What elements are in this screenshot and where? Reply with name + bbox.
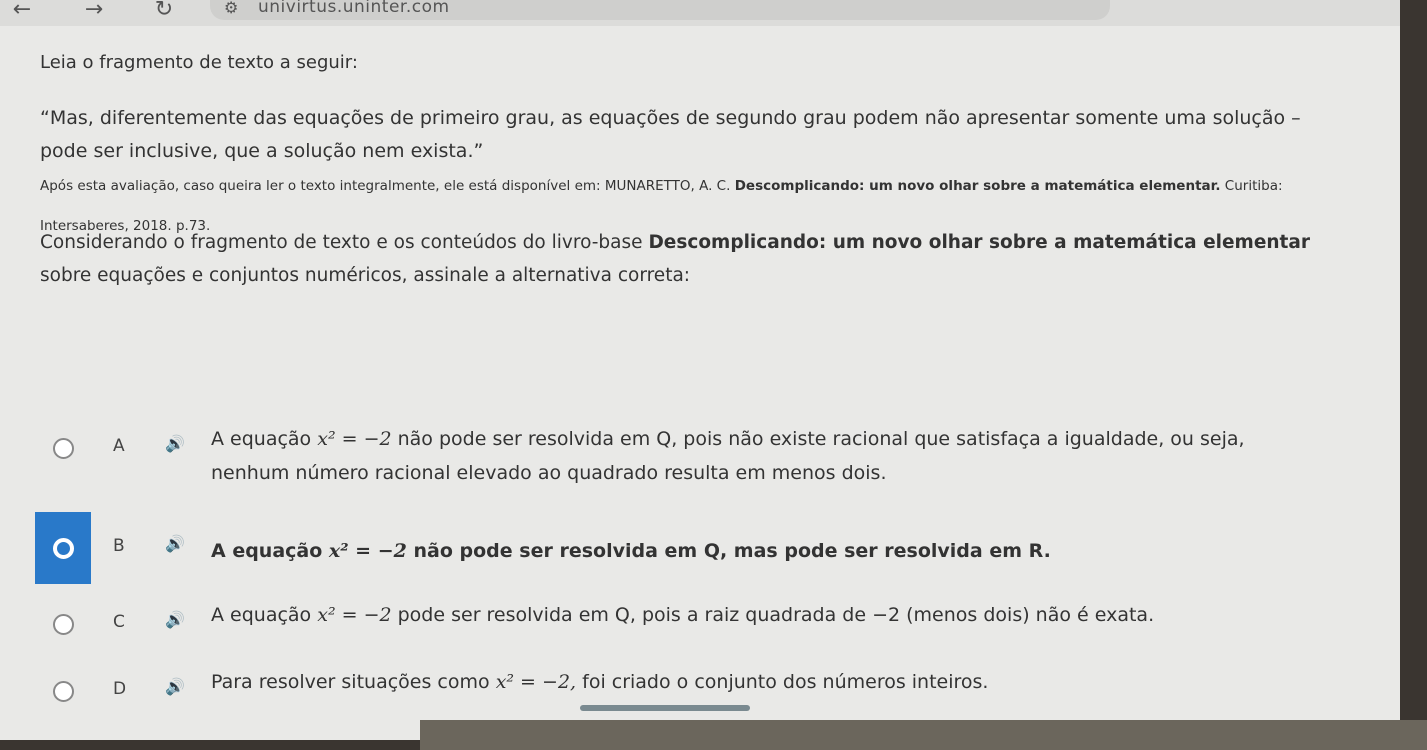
alternative-text-post: não pode ser resolvida em Q, mas pode se… <box>413 540 1051 562</box>
speaker-icon[interactable]: 🔊 <box>165 534 185 553</box>
speaker-icon[interactable]: 🔊 <box>165 610 185 629</box>
back-arrow-icon[interactable]: ← <box>4 0 40 26</box>
alternative-text: Para resolver situações como x² = −2, fo… <box>211 665 1301 699</box>
alternative-letter: D <box>113 679 127 699</box>
scroll-indicator[interactable] <box>580 705 750 711</box>
question-quote: “Mas, diferentemente das equações de pri… <box>40 107 1301 162</box>
radio-button[interactable] <box>53 538 74 559</box>
alternative-math: x² = −2 <box>328 540 407 562</box>
url-text: univirtus.uninter.com <box>258 0 450 17</box>
alternative-math: x² = −2 <box>317 604 392 626</box>
prompt-book: Descomplicando: um novo olhar sobre a ma… <box>648 232 1310 253</box>
alternative-letter: A <box>113 436 125 456</box>
alternative-text-pre: A equação <box>211 428 312 450</box>
alternative-text-post: pode ser resolvida em Q, pois a raiz qua… <box>397 604 1155 626</box>
address-bar[interactable]: ⚙ univirtus.uninter.com <box>210 0 1110 20</box>
prompt-prefix: Considerando o fragmento de texto e os c… <box>40 232 643 253</box>
question-intro: Leia o fragmento de texto a seguir: <box>40 52 358 73</box>
speaker-icon[interactable]: 🔊 <box>165 434 185 453</box>
desk-background <box>420 720 1427 750</box>
alternative-text: A equação x² = −2 pode ser resolvida em … <box>211 598 1301 632</box>
alternative-text-post: foi criado o conjunto dos números inteir… <box>582 671 989 693</box>
alternative-text: A equação x² = −2 não pode ser resolvida… <box>211 422 1301 490</box>
alternative-text: A equação x² = −2 não pode ser resolvida… <box>211 534 1301 568</box>
alternative-letter: B <box>113 536 125 556</box>
speaker-icon[interactable]: 🔊 <box>165 677 185 696</box>
reload-icon[interactable]: ↻ <box>146 0 182 26</box>
prompt-suffix: sobre equações e conjuntos numéricos, as… <box>40 265 691 286</box>
alternative-text-pre: A equação <box>211 540 323 562</box>
screen: ← → ↻ ⚙ univirtus.uninter.com Leia o fra… <box>0 0 1400 740</box>
reference-book: Descomplicando: um novo olhar sobre a ma… <box>734 178 1221 194</box>
radio-button[interactable] <box>53 681 74 702</box>
alternative-text-pre: A equação <box>211 604 312 626</box>
alternative-math: x² = −2 <box>317 428 392 450</box>
radio-button[interactable] <box>53 438 74 459</box>
radio-button[interactable] <box>53 614 74 635</box>
alternative-math: x² = −2, <box>495 671 577 693</box>
alternative-text-pre: Para resolver situações como <box>211 671 490 693</box>
question-prompt: Considerando o fragmento de texto e os c… <box>40 226 1310 292</box>
tune-icon[interactable]: ⚙ <box>224 0 238 17</box>
reference-prefix: Após esta avaliação, caso queira ler o t… <box>40 178 731 194</box>
alternative-letter: C <box>113 612 125 632</box>
browser-toolbar: ← → ↻ ⚙ univirtus.uninter.com <box>0 0 1400 26</box>
forward-arrow-icon[interactable]: → <box>76 0 112 26</box>
